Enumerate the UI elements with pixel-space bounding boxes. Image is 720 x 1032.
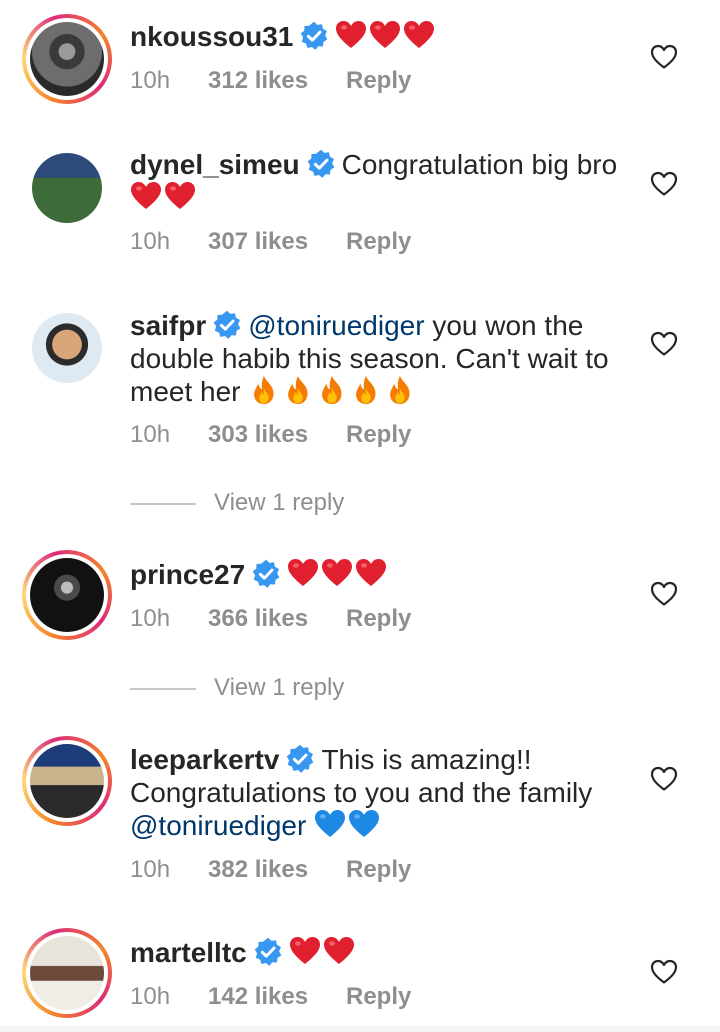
replies-divider-line: [130, 502, 196, 505]
comment-likes-count[interactable]: 303 likes: [208, 421, 346, 449]
reply-button[interactable]: Reply: [346, 605, 411, 633]
avatar-story-ring[interactable]: [22, 550, 112, 640]
red-heart-emoji: [323, 936, 355, 966]
comment-timestamp: 10h: [130, 228, 171, 255]
fire-emoji: [350, 375, 382, 405]
avatar[interactable]: [32, 153, 102, 223]
avatar-ring[interactable]: [22, 303, 112, 393]
red-heart-emoji: [164, 181, 196, 211]
comment-username[interactable]: dynel_simeu: [130, 149, 300, 180]
view-replies-button[interactable]: View 1 reply: [130, 674, 344, 702]
comment-likes-count[interactable]: 366 likes: [208, 605, 346, 633]
blue-heart-emoji: [348, 809, 380, 839]
like-heart-icon[interactable]: [650, 959, 678, 985]
comment-timestamp: 10h: [130, 856, 171, 883]
red-heart-emoji: [130, 181, 162, 211]
reply-button[interactable]: Reply: [346, 421, 411, 449]
blue-heart-emoji: [314, 809, 346, 839]
fire-emoji: [248, 375, 280, 405]
avatar-story-ring[interactable]: [22, 928, 112, 1018]
reply-button[interactable]: Reply: [346, 67, 411, 95]
comment-timestamp: 10h: [130, 983, 171, 1010]
avatar-ring[interactable]: [22, 143, 112, 233]
fire-emoji: [282, 375, 314, 405]
bottom-divider: [0, 1026, 720, 1032]
like-heart-icon[interactable]: [650, 171, 678, 197]
avatar[interactable]: [30, 558, 104, 632]
comment-username[interactable]: leeparkertv: [130, 744, 279, 775]
red-heart-emoji: [287, 558, 319, 588]
verified-badge-icon: [253, 937, 283, 967]
comment-username[interactable]: saifpr: [130, 310, 206, 341]
comment-username[interactable]: prince27: [130, 559, 245, 590]
like-heart-icon[interactable]: [650, 766, 678, 792]
comment-timestamp: 10h: [130, 605, 171, 632]
avatar[interactable]: [30, 744, 104, 818]
verified-badge-icon: [212, 310, 242, 340]
verified-badge-icon: [299, 21, 329, 51]
reply-button[interactable]: Reply: [346, 856, 411, 884]
mention-link[interactable]: @toniruediger: [248, 310, 424, 341]
view-replies-label[interactable]: View 1 reply: [214, 489, 344, 516]
comment-text: Congratulation big bro: [341, 149, 618, 180]
view-replies-button[interactable]: View 1 reply: [130, 489, 344, 517]
comment-username[interactable]: nkoussou31: [130, 21, 293, 52]
comment-likes-count[interactable]: 312 likes: [208, 67, 346, 95]
fire-emoji: [384, 375, 416, 405]
fire-emoji: [316, 375, 348, 405]
red-heart-emoji: [289, 936, 321, 966]
comment-timestamp: 10h: [130, 67, 171, 94]
verified-badge-icon: [285, 744, 315, 774]
reply-button[interactable]: Reply: [346, 983, 411, 1011]
replies-divider-line: [130, 687, 196, 690]
avatar-story-ring[interactable]: [22, 736, 112, 826]
verified-badge-icon: [251, 559, 281, 589]
avatar[interactable]: [32, 313, 102, 383]
red-heart-emoji: [403, 20, 435, 50]
red-heart-emoji: [335, 20, 367, 50]
red-heart-emoji: [369, 20, 401, 50]
comment-username[interactable]: martelltc: [130, 937, 247, 968]
avatar[interactable]: [30, 936, 104, 1010]
red-heart-emoji: [355, 558, 387, 588]
avatar[interactable]: [30, 22, 104, 96]
like-heart-icon[interactable]: [650, 44, 678, 70]
comment-likes-count[interactable]: 382 likes: [208, 856, 346, 884]
red-heart-emoji: [321, 558, 353, 588]
avatar-story-ring[interactable]: [22, 14, 112, 104]
comment-likes-count[interactable]: 142 likes: [208, 983, 346, 1011]
view-replies-label[interactable]: View 1 reply: [214, 674, 344, 701]
verified-badge-icon: [306, 149, 336, 179]
like-heart-icon[interactable]: [650, 581, 678, 607]
reply-button[interactable]: Reply: [346, 228, 411, 256]
mention-link[interactable]: @toniruediger: [130, 810, 306, 841]
comment-timestamp: 10h: [130, 421, 171, 448]
like-heart-icon[interactable]: [650, 331, 678, 357]
comment-likes-count[interactable]: 307 likes: [208, 228, 346, 256]
